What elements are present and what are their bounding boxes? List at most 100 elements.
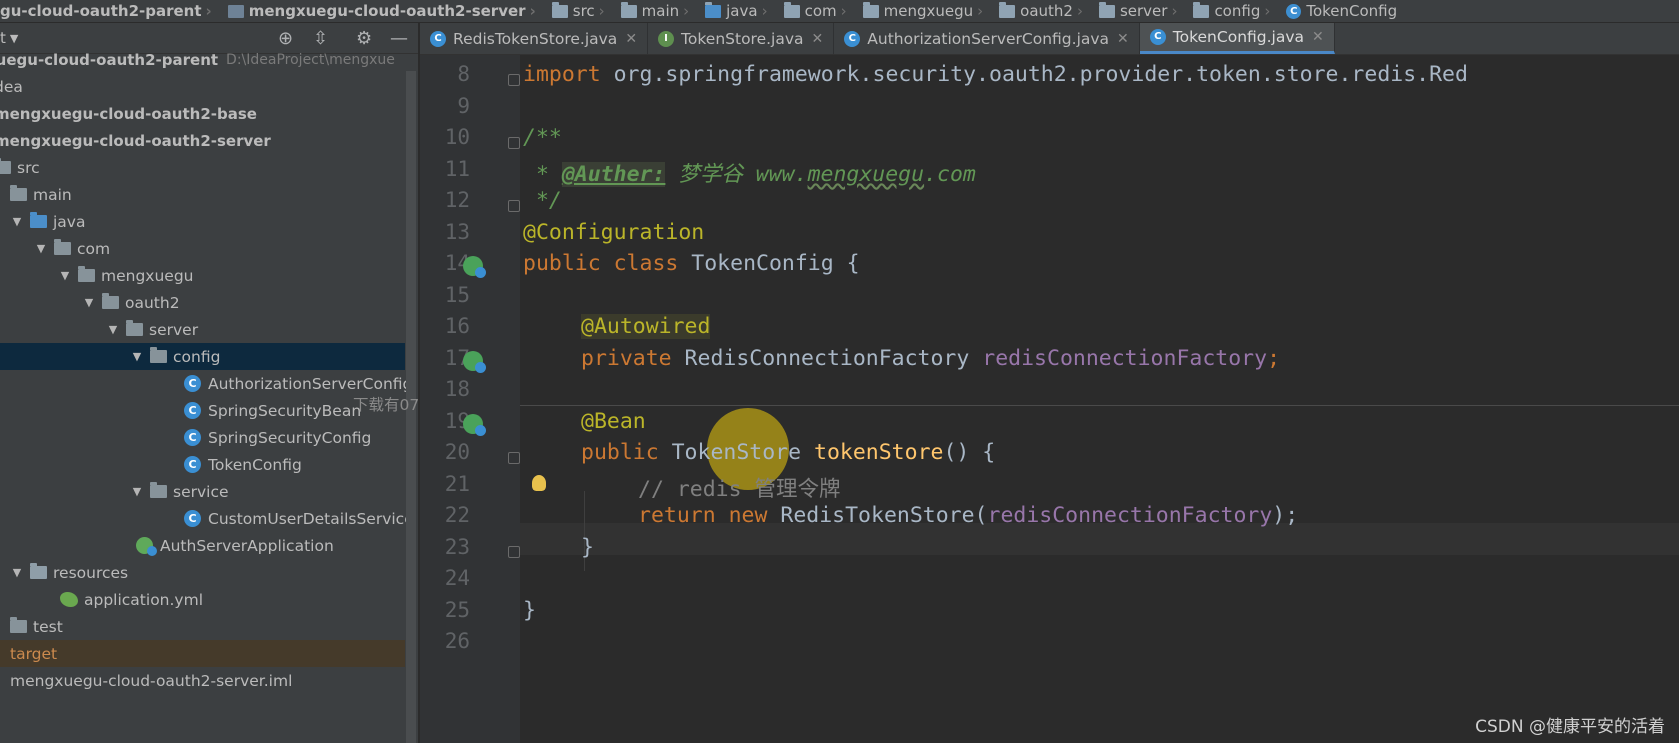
- tree-item-mengxuegu[interactable]: ▼ mengxuegu: [58, 262, 418, 289]
- expand-arrow-icon[interactable]: ▼: [130, 485, 144, 498]
- tree-item-java[interactable]: ▼ java: [10, 208, 415, 235]
- tree-item-com[interactable]: ▼ com: [34, 235, 418, 262]
- close-icon[interactable]: ✕: [812, 31, 824, 47]
- breadcrumb-item[interactable]: mengxuegu-cloud-oauth2-server ›: [218, 2, 542, 20]
- class-icon: C: [184, 429, 201, 446]
- tree-item-main[interactable]: main: [10, 181, 415, 208]
- editor-tab-bar: C RedisTokenStore.java ✕ I TokenStore.java ✕…: [420, 23, 1679, 55]
- tree-item-project-root[interactable]: xuegu-cloud-oauth2-parent D:\IdeaProject…: [0, 46, 395, 73]
- spring-bean-gutter-icon[interactable]: [463, 414, 486, 436]
- code-editor[interactable]: import org.springframework.security.oaut…: [520, 55, 1679, 743]
- tree-item-server-module[interactable]: mengxuegu-cloud-oauth2-server: [0, 127, 399, 154]
- close-icon[interactable]: ✕: [1117, 31, 1129, 47]
- fold-icon[interactable]: [508, 452, 520, 464]
- punctuation: );: [1272, 503, 1299, 528]
- fold-icon[interactable]: [508, 546, 520, 558]
- editor-gutter[interactable]: 8 9 10 11 12 13 14 15 16 17 18 19 20 21 …: [420, 55, 520, 743]
- class-declaration: TokenConfig {: [678, 251, 860, 276]
- project-panel: t ▼ ⊕ ⇳ ⚙ — xuegu-cloud-oauth2-parent D:…: [0, 23, 418, 743]
- expand-arrow-icon[interactable]: ▼: [10, 566, 24, 579]
- tree-item-idea[interactable]: dea: [0, 73, 399, 100]
- tree-item-springsecurityconfig[interactable]: C SpringSecurityConfig: [184, 424, 418, 451]
- fold-icon[interactable]: [508, 74, 520, 86]
- tree-item-base-module[interactable]: mengxuegu-cloud-oauth2-base: [0, 100, 399, 127]
- tree-item-label: mengxuegu-cloud-oauth2-server: [0, 131, 271, 150]
- chevron-right-icon: ›: [529, 2, 536, 20]
- folder-icon: [0, 158, 11, 174]
- breadcrumb-item[interactable]: C TokenConfig: [1276, 2, 1403, 20]
- tree-item-label: oauth2: [125, 293, 180, 312]
- tree-item-label: src: [17, 158, 40, 177]
- package-icon: [862, 1, 879, 18]
- tree-item-resources[interactable]: ▼ resources: [10, 559, 415, 586]
- code-line-19: @Bean: [581, 409, 646, 434]
- field-name: redisConnectionFactory: [987, 503, 1273, 528]
- doc-comment: */: [523, 188, 562, 213]
- tree-item-label: server: [149, 320, 199, 339]
- breadcrumb-item[interactable]: config ›: [1183, 1, 1276, 20]
- code-line-23: }: [581, 535, 594, 560]
- lightbulb-icon[interactable]: [532, 475, 546, 491]
- doc-tag: @Auther:: [561, 162, 666, 187]
- line-number: 9: [457, 94, 470, 118]
- expand-arrow-icon[interactable]: ▼: [34, 242, 48, 255]
- tab-tokenconfig[interactable]: C TokenConfig.java ✕: [1139, 23, 1335, 54]
- expand-arrow-icon[interactable]: ▼: [82, 296, 96, 309]
- spring-autowired-gutter-icon[interactable]: [463, 351, 486, 373]
- spring-boot-class-icon: [136, 537, 157, 556]
- tree-item-service[interactable]: ▼ service: [130, 478, 418, 505]
- expand-arrow-icon[interactable]: ▼: [10, 215, 24, 228]
- breadcrumb-item[interactable]: main ›: [611, 1, 695, 20]
- breadcrumb-item[interactable]: com ›: [774, 1, 853, 20]
- dropdown-arrow-icon[interactable]: ▼: [10, 32, 18, 45]
- field-name: redisConnectionFactory: [982, 346, 1268, 371]
- chevron-right-icon: ›: [1264, 2, 1271, 20]
- close-icon[interactable]: ✕: [1312, 29, 1324, 45]
- breadcrumb-item[interactable]: src ›: [542, 1, 611, 20]
- line-number: 11: [444, 157, 470, 181]
- spring-config-gutter-icon[interactable]: [463, 256, 486, 278]
- tree-item-oauth2[interactable]: ▼ oauth2: [82, 289, 418, 316]
- tree-item-label: test: [33, 617, 63, 636]
- tree-item-tokenconfig[interactable]: C TokenConfig: [184, 451, 418, 478]
- constructor-call: RedisTokenStore(: [767, 503, 988, 528]
- project-view-selector[interactable]: t: [0, 29, 6, 47]
- fold-icon[interactable]: [508, 200, 520, 212]
- tree-item-server[interactable]: ▼ server: [106, 316, 418, 343]
- hide-panel-icon[interactable]: —: [390, 28, 408, 49]
- tree-item-iml-file[interactable]: mengxuegu-cloud-oauth2-server.iml: [10, 667, 415, 694]
- tab-redistokenstore[interactable]: C RedisTokenStore.java ✕: [420, 23, 649, 54]
- breadcrumb-item[interactable]: mengxuegu ›: [853, 1, 990, 20]
- tree-item-application-yml[interactable]: application.yml: [60, 586, 418, 613]
- csdn-watermark: CSDN @健康平安的活着: [1475, 717, 1665, 737]
- breadcrumb-item[interactable]: oauth2 ›: [989, 1, 1089, 20]
- expand-arrow-icon[interactable]: ▼: [106, 323, 120, 336]
- keyword: return new: [638, 503, 768, 528]
- interface-icon: I: [658, 30, 675, 47]
- tree-item-customuserdetailsservice[interactable]: C CustomUserDetailsService: [184, 505, 418, 532]
- line-number: 21: [444, 472, 470, 496]
- breadcrumb-label: config: [1214, 2, 1261, 20]
- closing-brace: }: [523, 598, 536, 623]
- breadcrumb-item[interactable]: gu-cloud-oauth2-parent ›: [0, 2, 218, 20]
- tab-authorizationserverconfig[interactable]: C AuthorizationServerConfig.java ✕: [834, 23, 1140, 54]
- expand-arrow-icon[interactable]: ▼: [130, 350, 144, 363]
- tree-item-test[interactable]: test: [10, 613, 415, 640]
- tab-tokenstore[interactable]: I TokenStore.java ✕: [648, 23, 835, 54]
- tree-item-src[interactable]: src: [0, 154, 399, 181]
- class-icon: C: [844, 30, 861, 47]
- tree-item-config[interactable]: ▼ config: [0, 343, 405, 370]
- package-icon: [150, 347, 167, 363]
- breadcrumb-item[interactable]: java ›: [695, 1, 773, 20]
- keyword: private: [581, 346, 672, 371]
- tree-item-target[interactable]: target: [0, 640, 405, 667]
- fold-icon[interactable]: [508, 137, 520, 149]
- annotation: @Autowired: [581, 314, 711, 339]
- close-icon[interactable]: ✕: [625, 31, 637, 47]
- doc-comment: .com: [924, 162, 976, 187]
- tree-item-authserverapplication[interactable]: AuthServerApplication: [136, 532, 418, 559]
- line-number: 22: [444, 503, 470, 527]
- line-number: 25: [444, 598, 470, 622]
- expand-arrow-icon[interactable]: ▼: [58, 269, 72, 282]
- breadcrumb-item[interactable]: server ›: [1089, 1, 1183, 20]
